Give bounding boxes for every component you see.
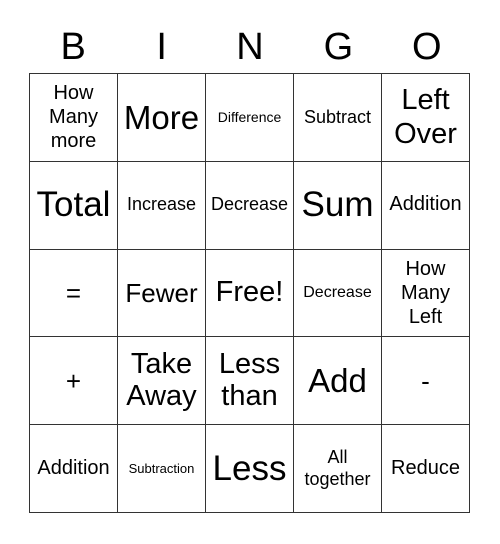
header-letter-o: O [412, 26, 442, 68]
bingo-header: B I N G O [29, 22, 471, 72]
bingo-grid: How Many more More Difference Subtract L… [29, 73, 470, 513]
header-letter-b: B [60, 26, 86, 68]
bingo-cell[interactable]: Addition [30, 425, 118, 513]
bingo-cell[interactable]: More [118, 74, 206, 162]
header-letter-g: G [323, 26, 354, 68]
bingo-cell free-space[interactable]: Free! [206, 249, 294, 338]
bingo-cell[interactable]: Less [206, 425, 294, 513]
bingo-cell[interactable]: Add [294, 337, 382, 426]
bingo-cell[interactable]: How Many more [30, 74, 118, 162]
bingo-cell[interactable]: Take Away [118, 337, 206, 426]
bingo-cell[interactable]: Decrease [294, 249, 382, 338]
bingo-cell[interactable]: Subtraction [118, 425, 206, 513]
bingo-cell[interactable]: Increase [118, 161, 206, 250]
bingo-cell[interactable]: Total [30, 161, 118, 250]
header-letter-n: N [236, 26, 264, 68]
bingo-cell[interactable]: = [30, 249, 118, 338]
bingo-cell[interactable]: Less than [206, 337, 294, 426]
bingo-cell[interactable]: Fewer [118, 249, 206, 338]
bingo-cell[interactable]: Left Over [382, 74, 470, 162]
bingo-cell[interactable]: - [382, 337, 470, 426]
bingo-cell[interactable]: Addition [382, 161, 470, 250]
header-letter-i: I [156, 26, 167, 68]
bingo-cell[interactable]: Decrease [206, 161, 294, 250]
bingo-cell[interactable]: Reduce [382, 425, 470, 513]
bingo-cell[interactable]: Sum [294, 161, 382, 250]
bingo-cell[interactable]: How Many Left [382, 249, 470, 338]
bingo-cell[interactable]: All together [294, 425, 382, 513]
bingo-cell[interactable]: Difference [206, 74, 294, 162]
bingo-cell[interactable]: Subtract [294, 74, 382, 162]
bingo-cell[interactable]: + [30, 337, 118, 426]
